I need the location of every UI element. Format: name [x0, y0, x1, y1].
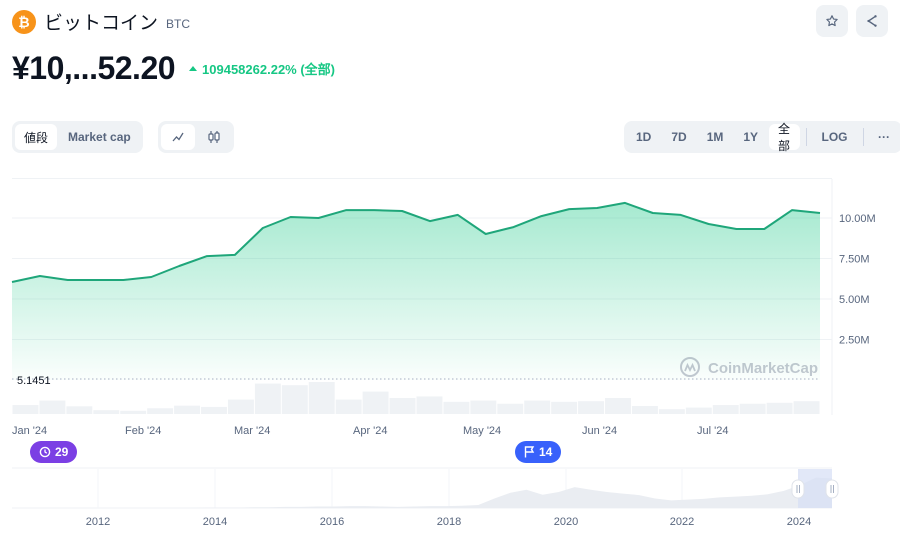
range-all[interactable]: 全部	[769, 122, 800, 153]
y-tick-label: 2.50M	[839, 335, 870, 347]
volume-bar	[147, 408, 174, 414]
price-row: ¥10,...52.20 109458262.22% (全部)	[12, 50, 335, 87]
y-tick-label: 7.50M	[839, 254, 870, 266]
volume-bar	[120, 410, 147, 414]
y-tick-label: 10.00M	[839, 213, 876, 225]
range-1y[interactable]: 1Y	[734, 124, 767, 150]
coin-header: ₿ ビットコイン BTC	[12, 8, 190, 35]
range-toggle: 1D 7D 1M 1Y 全部 LOG ···	[624, 121, 900, 153]
x-tick-label: Jun '24	[582, 425, 617, 437]
price-area	[12, 202, 820, 380]
line-chart-icon	[172, 132, 184, 142]
volume-bar	[443, 401, 470, 414]
navigator-selection[interactable]	[798, 469, 832, 508]
watermark: CoinMarketCap	[680, 357, 818, 377]
top-actions	[816, 5, 888, 37]
range-1m[interactable]: 1M	[698, 124, 733, 150]
candlestick-button[interactable]	[197, 124, 231, 150]
volume-bar	[793, 401, 820, 414]
x-tick-label: Jan '24	[12, 425, 47, 437]
volume-bar	[389, 398, 416, 414]
log-scale-button[interactable]: LOG	[813, 124, 857, 150]
coinmarketcap-logo-icon	[680, 357, 700, 377]
volume-bar	[605, 398, 631, 414]
volume-bar	[93, 410, 120, 414]
volume-bar	[416, 396, 443, 414]
navigator-tick-label: 2024	[787, 516, 811, 528]
range-1d[interactable]: 1D	[627, 124, 660, 150]
divider	[862, 128, 864, 146]
navigator-tick-label: 2014	[203, 516, 227, 528]
price-change: 109458262.22% (全部)	[189, 59, 335, 78]
volume-bar	[227, 399, 254, 414]
volume-bar	[766, 402, 793, 414]
volume-bar	[658, 409, 685, 414]
divider	[805, 128, 807, 146]
volume-bar	[335, 399, 362, 414]
coin-symbol: BTC	[166, 16, 191, 31]
volume-bar	[281, 385, 308, 414]
tab-market-cap[interactable]: Market cap	[59, 124, 140, 150]
start-price-label: 5.1451	[17, 375, 51, 387]
data-type-toggle: 値段 Market cap	[12, 121, 143, 153]
navigator-tick-label: 2016	[320, 516, 344, 528]
volume-bar	[712, 405, 739, 414]
volume-bar	[685, 407, 712, 414]
volume-bar	[201, 406, 227, 414]
volume-bar	[739, 403, 766, 414]
chart-top-border	[12, 178, 832, 179]
x-tick-label: May '24	[463, 425, 501, 437]
navigator-tick-label: 2012	[86, 516, 110, 528]
bitcoin-logo-icon: ₿	[12, 9, 36, 34]
price-line	[11, 201, 821, 283]
volume-bar	[578, 401, 605, 414]
flag-count: 14	[539, 445, 553, 459]
history-count: 29	[55, 445, 69, 459]
share-button[interactable]	[856, 5, 888, 37]
coinmarketcap-logo-mark	[684, 362, 696, 373]
x-tick-label: Feb '24	[125, 425, 161, 437]
x-tick-label: Apr '24	[353, 425, 388, 437]
flag-icon	[524, 446, 535, 458]
x-tick-label: Mar '24	[234, 425, 270, 437]
chart-type-toggle	[158, 121, 234, 153]
volume-bar	[470, 400, 497, 414]
volume-bar	[362, 391, 389, 414]
y-tick-label: 5.00M	[839, 294, 870, 306]
volume-bar	[524, 400, 551, 414]
flag-events-badge[interactable]: 14	[515, 441, 562, 463]
candlestick-icon	[208, 131, 220, 143]
volume-bar	[254, 383, 281, 414]
history-icon	[39, 446, 51, 458]
volume-bar	[551, 401, 578, 414]
more-options-button[interactable]: ···	[869, 124, 899, 150]
volume-bar	[308, 382, 335, 414]
volume-bar	[631, 406, 658, 414]
volume-bar	[497, 403, 524, 414]
favorite-button[interactable]	[816, 5, 848, 37]
navigator-tick-label: 2020	[554, 516, 578, 528]
caret-up-icon	[189, 66, 198, 71]
share-icon	[867, 15, 877, 27]
x-tick-label: Jul '24	[697, 425, 728, 437]
volume-bar	[39, 400, 66, 414]
navigator-tick-label: 2018	[437, 516, 461, 528]
tab-price[interactable]: 値段	[15, 124, 58, 150]
watermark-text: CoinMarketCap	[708, 360, 818, 377]
line-chart-button[interactable]	[161, 124, 195, 150]
navigator-tick-label: 2022	[670, 516, 694, 528]
star-icon	[826, 15, 838, 27]
range-7d[interactable]: 7D	[662, 124, 695, 150]
price-change-value: 109458262.22% (全部)	[202, 62, 336, 77]
volume-bar	[12, 405, 39, 414]
volume-bar	[66, 406, 93, 414]
navigator-handle-right[interactable]	[825, 479, 839, 499]
current-price: ¥10,...52.20	[12, 50, 176, 86]
coin-name: ビットコイン	[44, 12, 159, 34]
history-events-badge[interactable]: 29	[30, 441, 78, 463]
navigator-area	[12, 477, 832, 508]
navigator-handle-left[interactable]	[791, 479, 805, 499]
volume-bar	[174, 405, 201, 414]
